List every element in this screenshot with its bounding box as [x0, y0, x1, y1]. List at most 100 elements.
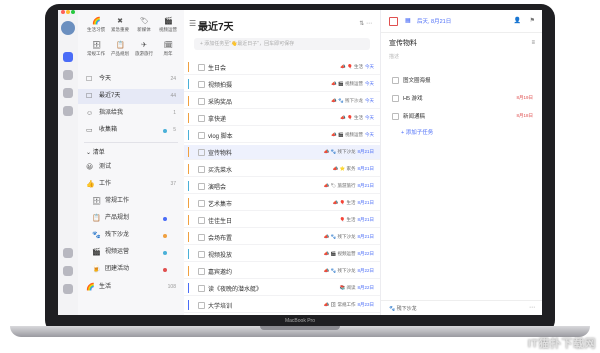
- checkbox[interactable]: [392, 113, 399, 120]
- due-date[interactable]: 后天, 8月21日: [417, 17, 451, 25]
- task-row[interactable]: 采购奖品 📣 🐾 残下沙龙 今天: [184, 94, 380, 109]
- subtask-title: 图文圈海报: [403, 78, 431, 84]
- add-task-input[interactable]: + 添加任务至"👋最近日子"，回车即可保存: [194, 38, 370, 50]
- task-row[interactable]: 视频投放 📣 🎬 视频运营 8月22日: [184, 247, 380, 262]
- list-item[interactable]: 🐾 残下沙龙: [78, 228, 184, 243]
- checkbox[interactable]: [198, 251, 205, 258]
- rainbow-icon: 🌈: [92, 18, 101, 25]
- subtask[interactable]: 图文圈海报: [389, 74, 539, 87]
- task-row[interactable]: 拿快递 📣 🎈 生活 今天: [184, 111, 380, 126]
- checkbox[interactable]: [198, 217, 205, 224]
- checkbox[interactable]: [198, 64, 205, 71]
- task-row[interactable]: 生日会 📣 🎈 生活 今天: [184, 60, 380, 75]
- sort-icon[interactable]: ⇅: [359, 21, 364, 27]
- list-item[interactable]: 🗄 常规工作: [78, 194, 184, 209]
- task-row[interactable]: 视频拍摄 📣 🎬 视频运营 今天: [184, 77, 380, 92]
- close-window-button[interactable]: [61, 10, 65, 14]
- nav-next-7-days[interactable]: ☐ 最近7天 44: [78, 89, 184, 104]
- calendar-icon[interactable]: [63, 70, 73, 80]
- task-row[interactable]: 宣传物料 📣 🐾 残下沙龙 8月21日: [184, 145, 380, 160]
- checkbox[interactable]: [198, 98, 205, 105]
- shortcut-item[interactable]: ✖ 紧急重要: [108, 18, 132, 33]
- list-folder[interactable]: 👍 工作 37: [78, 177, 184, 192]
- checkbox[interactable]: [198, 285, 205, 292]
- nav-label: 收集箱: [99, 127, 118, 133]
- checkbox[interactable]: [389, 17, 398, 26]
- add-subtask-button[interactable]: + 添加子任务: [401, 128, 433, 136]
- task-title: 会场布置: [208, 236, 233, 242]
- subtask[interactable]: 新闻通稿 8月18日: [389, 110, 539, 123]
- priority-bar: [188, 300, 189, 310]
- more-icon[interactable]: [63, 284, 73, 294]
- list-item[interactable]: 🍺 团建活动: [78, 262, 184, 277]
- list-item[interactable]: 😀 测试: [78, 160, 184, 175]
- today-icon: ☐: [86, 76, 93, 83]
- list-folder[interactable]: 🌈 生活 108: [78, 280, 184, 295]
- nav-count: 44: [170, 93, 176, 99]
- subtask-date: 8月18日: [516, 113, 533, 118]
- checkbox[interactable]: [198, 234, 205, 241]
- shortcut-item[interactable]: 🗄 常规工作: [84, 42, 108, 57]
- nav-assigned-to-me[interactable]: ☺ 指派给我 1: [78, 106, 184, 121]
- flag-icon[interactable]: ⚑: [530, 17, 535, 24]
- nav-label: 今天: [99, 76, 112, 82]
- task-meta: 📣 🐾 残下沙龙 8月21日: [324, 234, 374, 240]
- calendar-icon[interactable]: ▦: [405, 17, 411, 24]
- color-dot: [163, 233, 167, 238]
- shortcut-item[interactable]: ✈ 旅游旅行: [132, 42, 156, 57]
- nav-inbox[interactable]: ▭ 收集箱 5: [78, 123, 184, 138]
- list-item[interactable]: 🎬 视频运营: [78, 245, 184, 260]
- checkbox[interactable]: [198, 115, 205, 122]
- shortcut-item[interactable]: 🗓 周年: [156, 42, 180, 57]
- task-date: 8月23日: [357, 302, 374, 307]
- task-row[interactable]: 买洗菜水 📣 ⭐ 家务 8月21日: [184, 162, 380, 177]
- checkbox[interactable]: [198, 149, 205, 156]
- shortcut-item[interactable]: 📋 产品规划: [108, 42, 132, 57]
- shortcut-item[interactable]: 🎬 视频运营: [156, 18, 180, 33]
- shortcut-item[interactable]: 🌈 生活习惯: [84, 18, 108, 33]
- more-icon[interactable]: ⋯: [366, 21, 372, 27]
- nav-today[interactable]: ☐ 今天 24: [78, 72, 184, 87]
- sync-icon[interactable]: [63, 248, 73, 258]
- subtask[interactable]: H5 游戏 8月19日: [389, 92, 539, 105]
- checkbox[interactable]: [198, 302, 205, 309]
- task-row[interactable]: 大学培训 📣 🗄 常规工作 8月23日: [184, 298, 380, 313]
- checkbox[interactable]: [198, 166, 205, 173]
- task-icon[interactable]: [63, 52, 73, 62]
- task-row[interactable]: 会场布置 📣 🐾 残下沙龙 8月21日: [184, 230, 380, 245]
- list-item[interactable]: 📋 产品规划: [78, 211, 184, 226]
- minimize-window-button[interactable]: [66, 10, 70, 14]
- avatar[interactable]: [61, 21, 75, 35]
- checkbox[interactable]: [392, 77, 399, 84]
- checkbox[interactable]: [392, 95, 399, 102]
- shortcut-item[interactable]: 🏷 新媒体: [132, 18, 156, 33]
- checkbox[interactable]: [198, 200, 205, 207]
- priority-bar: [188, 147, 189, 157]
- task-row[interactable]: 演唱会 📣 🏷 旅游旅行 8月21日: [184, 179, 380, 194]
- app-window: 🌈 生活习惯 ✖ 紧急重要 🏷 新媒体 🎬 视频运营 🗄 常规工作 📋 产品规划 ✈ 旅游旅行…: [58, 10, 542, 315]
- zoom-window-button[interactable]: [71, 10, 75, 14]
- pomodoro-icon[interactable]: [63, 88, 73, 98]
- task-row[interactable]: vlog 脚本 📣 🎬 视频运营 今天: [184, 128, 380, 143]
- description-field[interactable]: 描述: [389, 53, 399, 60]
- more-icon[interactable]: ⋯: [529, 304, 535, 311]
- task-row[interactable]: 嘉宾邀约 📣 🐾 残下沙龙 8月22日: [184, 264, 380, 279]
- lists-header[interactable]: ⌄ 清单: [86, 147, 105, 156]
- format-icon[interactable]: ≡: [531, 40, 535, 46]
- notification-icon[interactable]: [63, 266, 73, 276]
- task-row[interactable]: 读《夜晚的潜水艇》 📚 阅读 8月22日: [184, 281, 380, 296]
- menu-icon[interactable]: ☰: [189, 19, 196, 28]
- task-row[interactable]: 艺术集市 📣 🎈 生活 8月21日: [184, 196, 380, 211]
- search-icon[interactable]: [63, 106, 73, 116]
- nav-count: 37: [170, 181, 176, 187]
- checkbox[interactable]: [198, 183, 205, 190]
- shortcut-label: 产品规划: [111, 51, 129, 56]
- list-selector[interactable]: 🐾 残下沙龙: [389, 305, 417, 312]
- task-title: 读《夜晚的潜水艇》: [208, 287, 263, 293]
- checkbox[interactable]: [198, 132, 205, 139]
- task-title[interactable]: 宣传物料: [389, 38, 417, 48]
- assignee-icon[interactable]: 👤: [514, 17, 521, 24]
- checkbox[interactable]: [198, 81, 205, 88]
- task-row[interactable]: 佳佳生日 🎈 生活 8月21日: [184, 213, 380, 228]
- checkbox[interactable]: [198, 268, 205, 275]
